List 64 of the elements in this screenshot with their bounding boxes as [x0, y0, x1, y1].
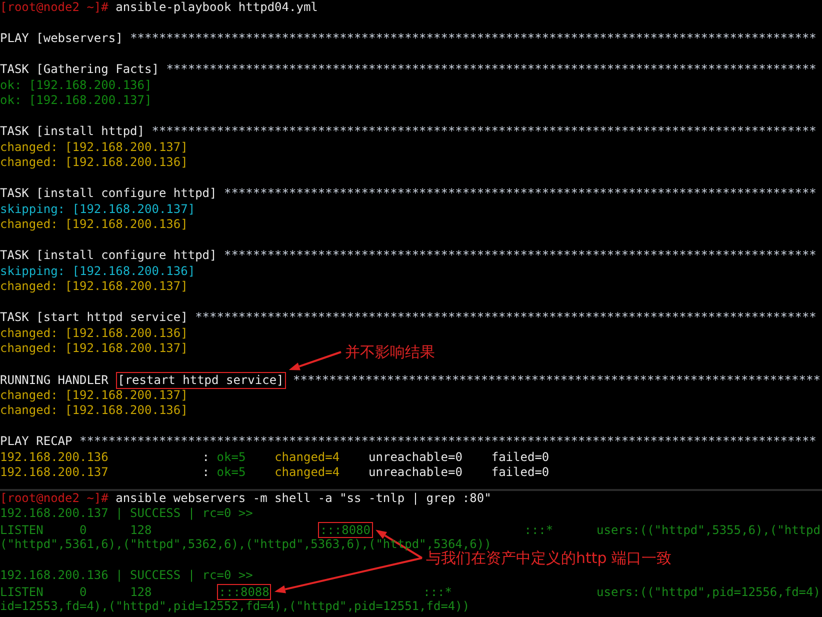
terminal-text: changed: [192.168.200.137] — [0, 341, 188, 355]
terminal-text: changed=4 — [274, 450, 340, 464]
terminal-text: changed: [192.168.200.137] — [0, 279, 188, 293]
terminal-text: unreachable=0 — [368, 465, 462, 479]
terminal-text: TASK [install configure httpd] — [0, 248, 217, 262]
terminal-text: 192.168.200.136 | SUCCESS | rc=0 >> — [0, 568, 253, 582]
terminal-text: changed: [192.168.200.137] — [0, 388, 188, 402]
terminal-text: 128 — [130, 584, 152, 598]
terminal-text: ********************************************************************************** — [224, 248, 816, 262]
terminal-text: failed=0 — [491, 450, 550, 464]
terminal-text: changed: [192.168.200.137] — [0, 140, 188, 154]
callout-note: 并不影响结果 — [345, 343, 435, 361]
terminal-text: :::* — [524, 522, 554, 536]
terminal-text: [root@node2 ~]# — [0, 0, 108, 14]
terminal-text: ****************************************************************************************** — [166, 62, 816, 76]
terminal-text: LISTEN — [0, 522, 44, 536]
terminal-text: users:(("httpd",pid=12556,fd=4) — [596, 584, 820, 598]
terminal-text: : — [202, 450, 210, 464]
terminal-text: ok: [192.168.200.137] — [0, 93, 152, 107]
terminal-text: changed: [192.168.200.136] — [0, 403, 188, 417]
terminal-text: ******************************************************************************************** — [152, 124, 816, 138]
terminal-text: ok: [192.168.200.136] — [0, 78, 152, 92]
terminal-text: PLAY [webservers] — [0, 31, 123, 45]
arrow — [288, 351, 342, 370]
terminal-text: 128 — [130, 522, 152, 536]
terminal-text: ("httpd",5361,6),("httpd",5362,6),("httpd",5363,6), — [0, 537, 368, 551]
terminal-text: ****************************************************************************************************** — [79, 434, 816, 448]
terminal-text: RUNNING HANDLER — [0, 373, 108, 387]
terminal-text: ansible webservers -m shell -a "ss -tnlp | grep :80" — [116, 490, 492, 504]
terminal-text: LISTEN — [0, 584, 44, 598]
highlighted-text: [restart httpd service] — [116, 372, 286, 388]
terminal-text: changed: [192.168.200.136] — [0, 217, 188, 231]
terminal-text: ansible-playbook httpd04.yml — [116, 0, 318, 14]
terminal-text: skipping: [192.168.200.136] — [0, 264, 196, 278]
terminal-text: 192.168.200.137 — [0, 465, 108, 479]
terminal-text: *********************************************************************************************** — [130, 31, 816, 45]
terminal-text: 0 — [79, 584, 87, 598]
terminal-text: PLAY RECAP — [0, 434, 72, 448]
highlighted-text: :::8080 — [318, 522, 373, 538]
terminal-text: TASK [start httpd service] — [0, 310, 188, 324]
terminal-text: TASK [install httpd] — [0, 124, 144, 138]
terminal-text: ************************************************************************* — [293, 373, 820, 387]
terminal-text: ok=5 — [216, 450, 246, 464]
terminal-text: changed: [192.168.200.136] — [0, 155, 188, 169]
terminal-text: failed=0 — [491, 465, 550, 479]
terminal-text: :::* — [423, 584, 452, 598]
terminal-text: changed=4 — [274, 465, 340, 479]
terminal-text: skipping: [192.168.200.137] — [0, 202, 196, 216]
terminal-text: 0 — [79, 522, 87, 536]
terminal-text: : — [202, 465, 210, 479]
highlighted-text: :::8088 — [216, 584, 272, 600]
terminal-text: TASK [Gathering Facts] — [0, 62, 159, 76]
terminal-text: ************************************************************************************** — [195, 310, 816, 324]
terminal-text: [root@node2 ~]# — [0, 490, 108, 504]
terminal-text: TASK [install configure httpd] — [0, 186, 217, 200]
terminal-text: changed: [192.168.200.136] — [0, 326, 188, 340]
terminal-text: users:(("httpd",5355,6),("httpd — [596, 522, 820, 536]
terminal-text: unreachable=0 — [368, 450, 462, 464]
terminal-text: ok=5 — [216, 465, 246, 479]
terminal-text: 192.168.200.136 — [0, 450, 108, 464]
terminal-text: 192.168.200.137 | SUCCESS | rc=0 >> — [0, 506, 253, 520]
callout-note: 与我们在资产中定义的http 端口一致 — [426, 549, 672, 567]
terminal-text: ********************************************************************************** — [224, 186, 816, 200]
terminal-text: id=12553,fd=4),("httpd",pid=12552,fd=4),("httpd",pid=12551,fd=4)) — [0, 599, 470, 613]
